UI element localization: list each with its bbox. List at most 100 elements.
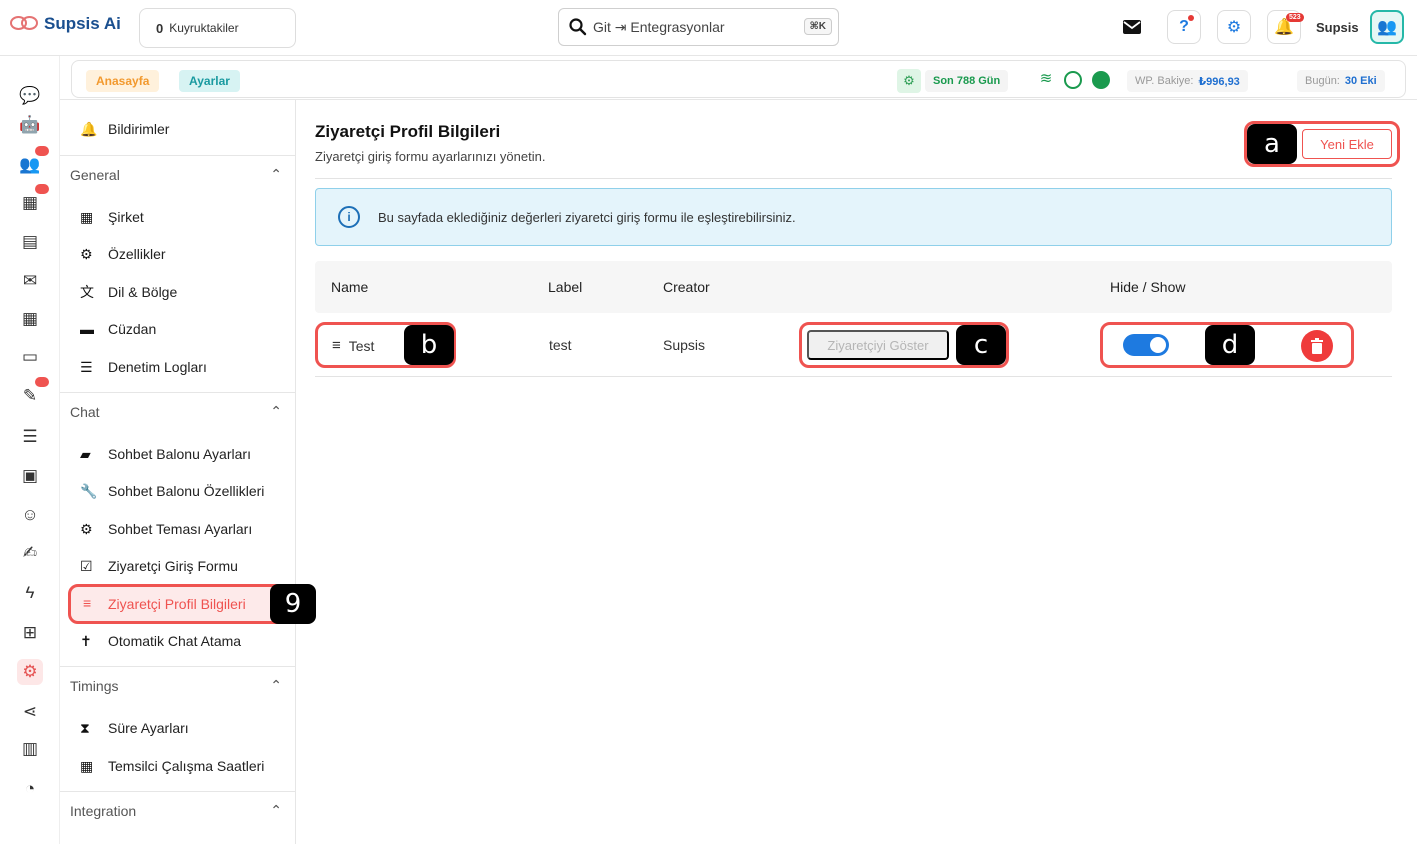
hourglass-icon: ⧗ (80, 719, 90, 736)
settings-sidebar: 🔔 Bildirimler General ⌃ ▦ Şirket ⚙ Özellikle… (60, 100, 316, 844)
sidebar-item-bubble-features[interactable]: 🔧 Sohbet Balonu Özellikleri (80, 478, 264, 504)
sidebar-item-visitor-login-form[interactable]: ☑ Ziyaretçi Giriş Formu (80, 553, 238, 579)
page-subtitle: Ziyaretçi giriş formu ayarlarınızı yönet… (315, 149, 546, 164)
app-logo[interactable]: Supsis Ai (10, 14, 121, 34)
chevron-up-icon: ⌃ (270, 677, 282, 693)
sidebar-item-working-hours[interactable]: ▦ Temsilci Çalışma Saatleri (80, 753, 264, 779)
section-timings[interactable]: Timings ⌃ (60, 666, 296, 704)
section-chat[interactable]: Chat ⌃ (60, 392, 296, 430)
edit-note-icon[interactable]: ✎ (17, 377, 49, 409)
sidebar-item-language[interactable]: 文 Dil & Bölge (80, 279, 177, 305)
column-label: Label (548, 279, 583, 295)
delete-button[interactable] (1301, 330, 1333, 362)
list-icon: ☰ (80, 358, 93, 375)
queue-counter[interactable]: 0 Kuyruktakiler (139, 8, 296, 48)
sidebar-item-features[interactable]: ⚙ Özellikler (80, 241, 166, 267)
lightning-icon[interactable]: ϟ (17, 580, 43, 606)
sidebar-item-wallet[interactable]: ▬ Cüzdan (80, 316, 156, 342)
column-name: Name (331, 279, 369, 295)
team-icon[interactable]: 👥 (17, 146, 49, 178)
pie-chart-icon[interactable]: ◔ (17, 776, 43, 802)
mail-icon[interactable] (1115, 10, 1149, 44)
gear-icon: ⚙ (80, 520, 93, 537)
days-badge: Son 788 Gün (925, 70, 1009, 92)
sidebar-item-chat-theme[interactable]: ⚙ Sohbet Teması Ayarları (80, 516, 252, 542)
table-row-label: test (549, 337, 572, 353)
marker-a: a (1247, 124, 1297, 164)
chevron-up-icon: ⌃ (270, 403, 282, 419)
checkbox-icon: ☑ (80, 557, 93, 574)
sidebar-item-notifications[interactable]: 🔔 Bildirimler (80, 116, 169, 142)
document-icon[interactable]: ▭ (17, 344, 43, 370)
users-icon[interactable]: ☺ (17, 502, 43, 528)
breadcrumb-settings[interactable]: Ayarlar (179, 70, 240, 92)
info-alert: i Bu sayfada eklediğiniz değerleri ziyar… (315, 188, 1392, 246)
today-label: Bugün: (1305, 75, 1340, 87)
calendar-icon[interactable]: ▦ (17, 306, 43, 332)
queue-label: Kuyruktakiler (169, 21, 239, 35)
search-icon (569, 18, 587, 36)
settings-gear-icon[interactable]: ⚙ (1217, 10, 1251, 44)
wrench-icon: 🔧 (80, 482, 98, 499)
sidebar-item-bubble-settings[interactable]: ▰ Sohbet Balonu Ayarları (80, 441, 251, 467)
grid-table-icon[interactable]: ▦ (17, 184, 49, 216)
sidebar-item-audit-logs[interactable]: ☰ Denetim Logları (80, 354, 207, 380)
archive-icon[interactable]: ▥ (17, 736, 43, 762)
command-search[interactable]: Git ⇥ Entegrasyonlar ⌘K (558, 8, 839, 46)
person-icon: ✝ (80, 632, 92, 649)
show-visitor-button[interactable]: Ziyaretçiyi Göster (807, 330, 949, 360)
search-shortcut: ⌘K (803, 18, 832, 35)
sidebar-item-auto-assign[interactable]: ✝ Otomatik Chat Atama (80, 628, 241, 654)
column-hide-show: Hide / Show (1110, 279, 1186, 295)
signature-icon[interactable]: ✍ (17, 540, 43, 566)
channel-icon[interactable] (1092, 71, 1110, 89)
help-icon[interactable]: ? (1167, 10, 1201, 44)
visibility-toggle[interactable] (1123, 334, 1169, 356)
notification-bell-icon[interactable]: 🔔 523 (1267, 10, 1304, 44)
apps-grid-icon[interactable]: ⊞ (17, 620, 43, 646)
breadcrumb-home[interactable]: Anasayfa (86, 70, 160, 92)
bot-icon[interactable]: 🤖 (17, 112, 43, 138)
wp-balance: WP. Bakiye: ₺996,93 (1127, 70, 1248, 92)
share-icon[interactable]: ⋖ (17, 699, 43, 725)
whatsapp-icon[interactable] (1064, 71, 1082, 89)
calendar-icon: ▦ (80, 757, 94, 774)
today-date: Bugün: 30 Eki (1297, 70, 1385, 92)
contact-card-icon[interactable]: ▤ (17, 229, 43, 255)
mail-rail-icon[interactable]: ✉ (17, 268, 43, 294)
icon-rail: 💬 🤖 👥 ▦ ▤ ✉ ▦ ▭ ✎ ☰ ▣ ☺ ✍ ϟ ⊞ ⚙ ⋖ ▥ ◔ (0, 56, 60, 844)
robot-icon: ⚙ (897, 69, 921, 93)
top-bar: Supsis Ai 0 Kuyruktakiler Git ⇥ Entegras… (0, 0, 1417, 56)
ticket-icon[interactable]: ☰ (17, 424, 43, 450)
page-title: Ziyaretçi Profil Bilgileri (315, 122, 501, 141)
section-general[interactable]: General ⌃ (60, 155, 296, 193)
divider (315, 178, 1392, 179)
logo-text: Supsis Ai (44, 14, 121, 33)
user-name[interactable]: Supsis (1316, 20, 1359, 35)
edit-list-icon: ≡ (83, 595, 92, 611)
building-icon: ▦ (80, 208, 94, 225)
table-row-creator: Supsis (663, 337, 706, 353)
today-value: 30 Eki (1344, 75, 1377, 87)
bell-icon: 🔔 (80, 120, 98, 137)
marker-d: d (1205, 325, 1255, 365)
translate-icon: 文 (80, 284, 94, 300)
chat-bubble-icon: ▰ (80, 445, 91, 462)
marker-b: b (404, 325, 454, 365)
add-new-button[interactable]: Yeni Ekle (1302, 129, 1392, 159)
info-text: Bu sayfada eklediğiniz değerleri ziyaret… (378, 209, 796, 225)
breadcrumb: Anasayfa Ayarlar ⚙ Son 788 Gün ≋ WP. Bak… (71, 60, 1406, 98)
wp-balance-value: ₺996,93 (1198, 75, 1240, 88)
chevron-up-icon: ⌃ (270, 802, 282, 818)
trash-icon (1311, 338, 1323, 354)
settings-rail-icon[interactable]: ⚙ (17, 659, 43, 685)
sidebar-item-time-settings[interactable]: ⧗ Süre Ayarları (80, 715, 189, 741)
breadcrumb-bar: Anasayfa Ayarlar ⚙ Son 788 Gün ≋ WP. Bak… (60, 56, 1417, 100)
logo-icon (10, 14, 40, 34)
inbox-icon[interactable]: ▣ (17, 463, 43, 489)
table-row-name[interactable]: ≡ Test (332, 337, 374, 354)
chat-bubble-icon[interactable]: 💬 (17, 83, 43, 109)
sidebar-item-company[interactable]: ▦ Şirket (80, 204, 144, 230)
section-integration[interactable]: Integration ⌃ (60, 791, 296, 829)
user-avatar[interactable]: 👥 (1370, 10, 1404, 44)
